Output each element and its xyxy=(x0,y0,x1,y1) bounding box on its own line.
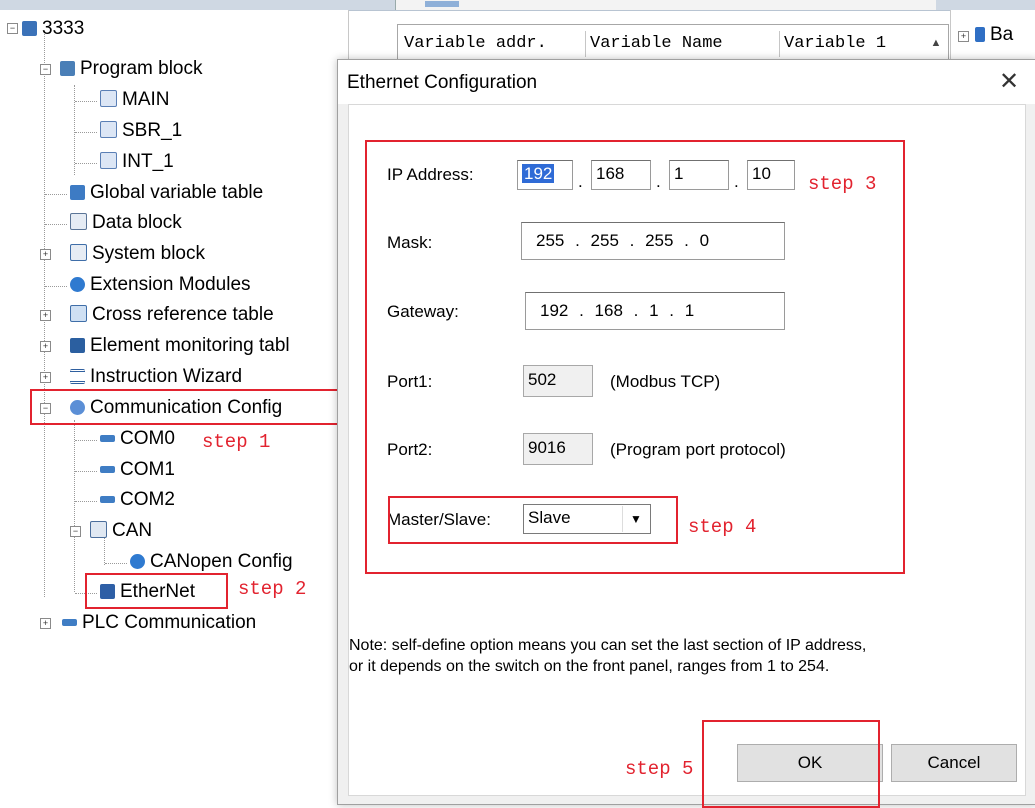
tree-item-label: Instruction Wizard xyxy=(90,366,243,387)
highlight-ethernet xyxy=(85,573,228,609)
tree-item-label: CAN xyxy=(112,520,153,541)
cancel-button[interactable]: Cancel xyxy=(891,744,1017,782)
right-panel-item-label: Ba xyxy=(990,24,1014,45)
note-line-1: Note: self-define option means you can s… xyxy=(349,637,867,654)
tree-item-label: COM0 xyxy=(120,428,175,449)
com-port-icon xyxy=(100,435,115,442)
column-header[interactable]: Variable Name xyxy=(586,31,780,57)
column-header[interactable]: Variable addr. xyxy=(400,31,586,57)
can-icon xyxy=(90,521,107,538)
tree-item-label: COM1 xyxy=(120,459,175,480)
dialog-title-bar: Ethernet Configuration ✕ xyxy=(338,60,1035,104)
expand-icon[interactable]: + xyxy=(40,341,51,352)
expand-icon[interactable]: + xyxy=(40,310,51,321)
main-icon xyxy=(100,90,117,107)
highlight-master-slave xyxy=(388,496,678,544)
step1-annotation: step 1 xyxy=(202,431,271,453)
editor-tab-icon xyxy=(425,1,459,7)
tree-item-label: PLC Communication xyxy=(82,612,257,633)
variable-table: Variable addr. Variable Name Variable 1 … xyxy=(397,24,949,64)
wizard-icon xyxy=(70,369,85,384)
note-line-2: or it depends on the switch on the front… xyxy=(349,658,830,675)
tree-item-label: CANopen Config xyxy=(150,551,293,572)
tree-item-label: SBR_1 xyxy=(122,120,183,141)
tree-item-label: Element monitoring tabl xyxy=(90,335,290,356)
expand-icon[interactable]: + xyxy=(40,372,51,383)
tree-item-label: MAIN xyxy=(122,89,170,110)
editor-tab[interactable] xyxy=(395,0,936,10)
chart-icon xyxy=(70,185,85,200)
sbr-icon xyxy=(100,121,117,138)
step5-annotation: step 5 xyxy=(625,758,694,780)
scroll-up-icon[interactable]: ▲ xyxy=(928,33,944,53)
gear-icon xyxy=(130,554,145,569)
data-block-icon xyxy=(70,213,87,230)
bookmark-icon xyxy=(975,27,985,42)
system-block-icon xyxy=(70,244,87,261)
close-icon[interactable]: ✕ xyxy=(996,69,1022,95)
tree-item-label: System block xyxy=(92,243,205,264)
dialog-title: Ethernet Configuration xyxy=(347,72,538,93)
tree-item-label: Cross reference table xyxy=(92,304,274,325)
int-icon xyxy=(100,152,117,169)
highlight-ok-button xyxy=(702,720,880,808)
expand-icon[interactable]: + xyxy=(958,31,969,42)
tree-item-label: Global variable table xyxy=(90,182,264,203)
com-port-icon xyxy=(100,466,115,473)
collapse-icon[interactable]: − xyxy=(7,23,18,34)
monitor-icon xyxy=(70,338,85,353)
com-port-icon xyxy=(100,496,115,503)
com-port-icon xyxy=(62,619,77,626)
step3-annotation: step 3 xyxy=(808,173,877,195)
cross-table-icon xyxy=(70,305,87,322)
ethernet-configuration-dialog: Ethernet Configuration ✕ IP Address: 192… xyxy=(337,59,1035,808)
column-header[interactable]: Variable 1 xyxy=(780,31,920,57)
gear-icon xyxy=(70,277,85,292)
collapse-icon[interactable]: − xyxy=(70,526,81,537)
highlight-communication-config xyxy=(30,389,348,425)
right-panel-item[interactable]: Ba xyxy=(975,24,1013,46)
tree-item-label: INT_1 xyxy=(122,151,174,172)
computer-icon xyxy=(22,21,37,36)
step4-annotation: step 4 xyxy=(688,516,757,538)
tree-item-label: Extension Modules xyxy=(90,274,251,295)
project-tree: − 3333 − Program block MAIN SBR_1 INT_1 … xyxy=(0,10,349,803)
collapse-icon[interactable]: − xyxy=(40,64,51,75)
tree-item-label: Data block xyxy=(92,212,182,233)
expand-icon[interactable]: + xyxy=(40,618,51,629)
program-block-icon xyxy=(60,61,75,76)
tree-root-label: 3333 xyxy=(42,18,85,39)
expand-icon[interactable]: + xyxy=(40,249,51,260)
tree-item-label: COM2 xyxy=(120,489,175,510)
step2-annotation: step 2 xyxy=(238,578,307,600)
tree-item-label: Program block xyxy=(80,58,203,79)
